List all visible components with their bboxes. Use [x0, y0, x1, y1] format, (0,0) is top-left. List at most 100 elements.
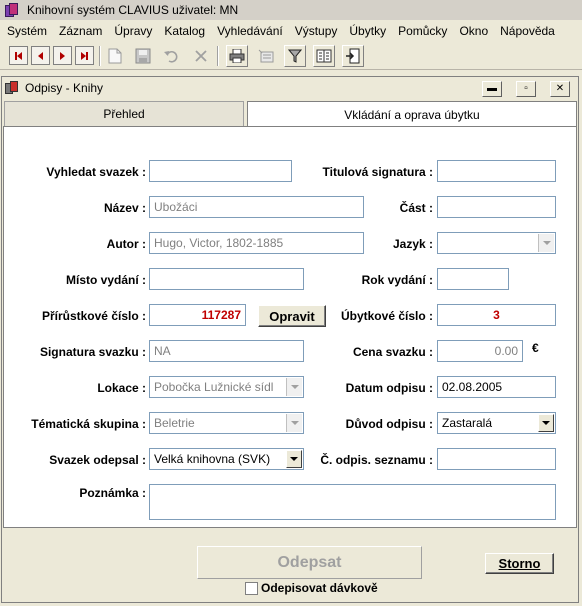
- first-record-icon[interactable]: [9, 46, 28, 65]
- writeoff-window: Odpisy - Knihy ▬ ▫ ✕ Přehled Vkládání a …: [1, 76, 579, 603]
- note-textarea[interactable]: [149, 484, 556, 520]
- write-off-button-label: Odepsat: [277, 553, 342, 571]
- menu-record[interactable]: Záznam: [53, 24, 108, 38]
- accession-input[interactable]: 117287: [149, 304, 246, 326]
- search-volume-label: Vyhledat svazek :: [46, 165, 146, 179]
- menu-search[interactable]: Vyhledávání: [211, 24, 289, 38]
- tab-overview-label: Přehled: [103, 107, 145, 121]
- menu-help[interactable]: Nápověda: [494, 24, 561, 38]
- place-input[interactable]: [149, 268, 304, 290]
- part-input[interactable]: [437, 196, 556, 218]
- toolbar-separator: [99, 46, 101, 66]
- reason-select[interactable]: Zastaralá: [437, 412, 556, 434]
- app-title: Knihovní systém CLAVIUS uživatel: MN: [27, 3, 239, 17]
- menu-edit[interactable]: Úpravy: [108, 24, 158, 38]
- filter-icon[interactable]: [284, 45, 306, 67]
- tab-insert-edit[interactable]: Vkládání a oprava úbytku: [247, 101, 577, 127]
- tab-overview[interactable]: Přehled: [4, 101, 244, 127]
- save-icon[interactable]: [132, 45, 154, 67]
- toolbar: [0, 42, 582, 70]
- topic-group-value: Beletrie: [154, 416, 195, 430]
- price-input[interactable]: 0.00: [437, 340, 523, 362]
- tab-insert-edit-label: Vkládání a oprava úbytku: [344, 107, 480, 122]
- search-volume-input[interactable]: [149, 160, 292, 182]
- reason-value: Zastaralá: [442, 416, 493, 430]
- location-select: Pobočka Lužnické sídl: [149, 376, 304, 398]
- minimize-button[interactable]: ▬: [482, 81, 502, 97]
- menu-system[interactable]: Systém: [0, 24, 53, 38]
- chevron-down-icon[interactable]: [538, 414, 554, 432]
- menu-catalog[interactable]: Katalog: [158, 24, 211, 38]
- writeoff-date-label: Datum odpisu :: [345, 381, 433, 395]
- writeoff-date-input[interactable]: 02.08.2005: [437, 376, 556, 398]
- minimize-icon: ▬: [487, 83, 497, 94]
- window-title: Odpisy - Knihy: [25, 81, 104, 95]
- delete-icon[interactable]: [190, 45, 212, 67]
- decrement-number-label: Úbytkové číslo :: [340, 309, 433, 323]
- location-label: Lokace :: [97, 381, 146, 395]
- fix-button-label: Opravit: [269, 308, 315, 324]
- name-label: Název :: [103, 201, 146, 215]
- menu-bar: Systém Záznam Úpravy Katalog Vyhledávání…: [0, 21, 582, 41]
- list-icon[interactable]: [255, 45, 277, 67]
- chevron-down-icon: [286, 414, 302, 432]
- notes-icon[interactable]: [313, 45, 335, 67]
- write-off-button[interactable]: Odepsat: [197, 546, 422, 579]
- restore-icon: ▫: [524, 83, 528, 94]
- written-by-select[interactable]: Velká knihovna (SVK): [149, 448, 304, 470]
- writeoff-list-number-label: Č. odpis. seznamu :: [320, 453, 433, 467]
- author-label: Autor :: [106, 237, 146, 251]
- written-by-value: Velká knihovna (SVK): [154, 452, 271, 466]
- place-label: Místo vydání :: [65, 273, 146, 287]
- menu-outputs[interactable]: Výstupy: [289, 24, 344, 38]
- form-panel: Vyhledat svazek : Titulová signatura : N…: [3, 126, 577, 528]
- clavius-app-icon: [5, 3, 21, 17]
- next-record-icon[interactable]: [53, 46, 72, 65]
- menu-tools[interactable]: Pomůcky: [392, 24, 453, 38]
- note-label: Poznámka :: [79, 486, 146, 500]
- menu-decrements[interactable]: Úbytky: [343, 24, 392, 38]
- written-by-label: Svazek odepsal :: [49, 453, 146, 467]
- chevron-down-icon[interactable]: [286, 450, 302, 468]
- undo-icon[interactable]: [160, 45, 182, 67]
- language-label: Jazyk :: [392, 237, 433, 251]
- topic-group-select: Beletrie: [149, 412, 304, 434]
- year-input[interactable]: [437, 268, 509, 290]
- volume-signature-field: NA: [149, 340, 304, 362]
- price-label: Cena svazku :: [352, 345, 433, 359]
- menu-window[interactable]: Okno: [453, 24, 494, 38]
- close-button[interactable]: ✕: [550, 81, 570, 97]
- chevron-down-icon[interactable]: [538, 234, 554, 252]
- location-value: Pobočka Lužnické sídl: [154, 380, 274, 394]
- title-signature-input[interactable]: [437, 160, 556, 182]
- toolbar-separator: [217, 46, 219, 66]
- window-title-bar: Odpisy - Knihy ▬ ▫ ✕: [2, 77, 578, 99]
- exit-icon[interactable]: [342, 45, 364, 67]
- accession-label: Přírůstkové číslo :: [41, 309, 146, 323]
- batch-writeoff-checkbox[interactable]: [245, 582, 258, 595]
- reason-label: Důvod odpisu :: [345, 417, 433, 431]
- close-icon: ✕: [555, 83, 565, 94]
- cancel-button[interactable]: Storno: [485, 553, 554, 574]
- writeoff-list-number-input[interactable]: [437, 448, 556, 470]
- title-signature-label: Titulová signatura :: [322, 165, 433, 179]
- app-title-bar: Knihovní systém CLAVIUS uživatel: MN: [0, 0, 582, 20]
- currency-symbol: €: [532, 341, 539, 355]
- fix-button[interactable]: Opravit: [258, 305, 326, 327]
- year-label: Rok vydání :: [361, 273, 433, 287]
- topic-group-label: Tématická skupina :: [31, 417, 146, 431]
- author-field: Hugo, Victor, 1802-1885: [149, 232, 364, 254]
- language-select[interactable]: [437, 232, 556, 254]
- new-record-icon[interactable]: [104, 45, 126, 67]
- chevron-down-icon: [286, 378, 302, 396]
- books-icon: [5, 81, 21, 95]
- print-icon[interactable]: [226, 45, 248, 67]
- cancel-button-label: Storno: [498, 556, 541, 571]
- restore-button[interactable]: ▫: [516, 81, 536, 97]
- volume-signature-label: Signatura svazku :: [39, 345, 146, 359]
- previous-record-icon[interactable]: [31, 46, 50, 65]
- last-record-icon[interactable]: [75, 46, 94, 65]
- name-field: Ubožáci: [149, 196, 364, 218]
- decrement-number-field: 3: [437, 304, 556, 326]
- batch-writeoff-label: Odepisovat dávkově: [261, 581, 378, 595]
